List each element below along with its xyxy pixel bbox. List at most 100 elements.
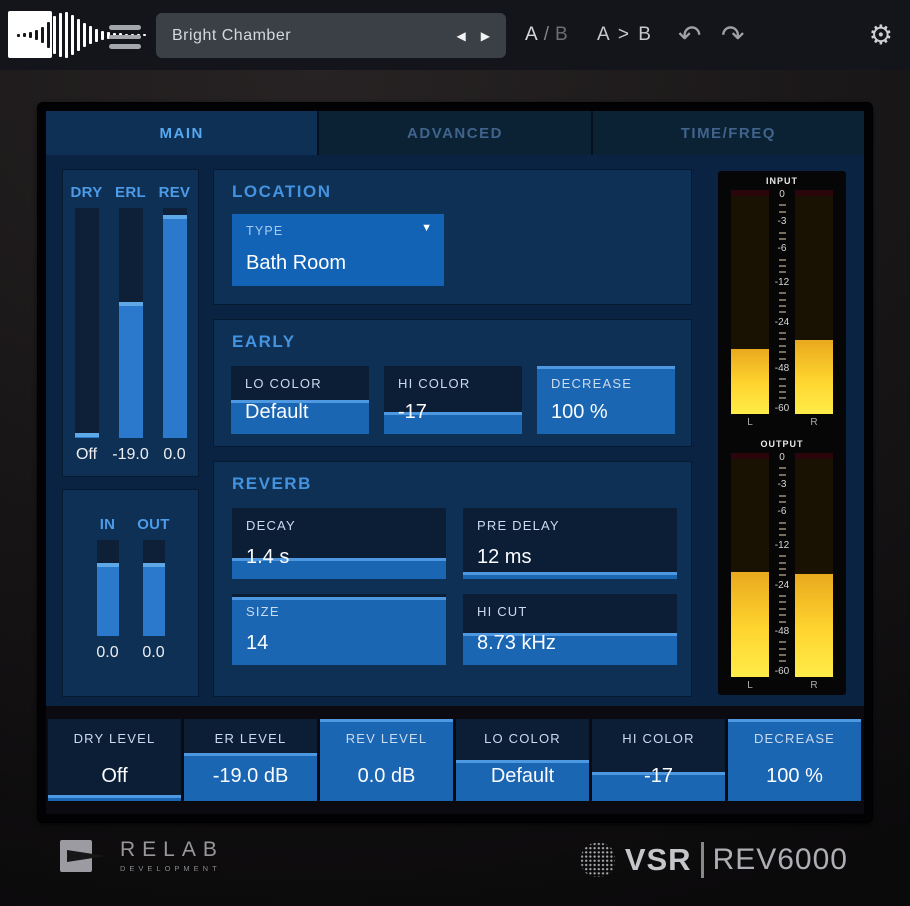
redo-icon[interactable]: ↷ (721, 0, 744, 70)
prev-preset-icon[interactable]: ◀ (457, 29, 466, 43)
scale-tick (779, 601, 786, 603)
param-value: -17 (398, 401, 427, 424)
scale-tick (779, 204, 786, 206)
location-section: LOCATION TYPE ▼ Bath Room (213, 169, 692, 305)
fader-fill (75, 433, 99, 438)
preset-field[interactable]: Bright Chamber ◀ ▶ (156, 13, 506, 58)
product-logo: VSR REV6000 (580, 835, 848, 885)
param-box-hi-color[interactable]: HI COLOR-17 (384, 366, 522, 434)
next-preset-icon[interactable]: ▶ (481, 29, 490, 43)
param-label: HI CUT (477, 604, 528, 619)
meter-fill (795, 340, 833, 414)
scale-tick (779, 299, 786, 301)
scale-tick (779, 332, 786, 334)
fader-value: -19.0 (112, 446, 148, 464)
param-box-decrease[interactable]: DECREASE100 % (728, 719, 861, 801)
tab-time-freq[interactable]: TIME/FREQ (593, 111, 864, 155)
scale-label: -60 (775, 667, 789, 677)
clip-indicator (795, 190, 833, 196)
meter-scale: 0-3-6-12-24-48-60 (769, 453, 795, 677)
fader-in[interactable] (97, 540, 119, 636)
scale-tick (779, 391, 786, 393)
scale-label: -3 (778, 217, 787, 227)
fader-column-rev: REV0.0 (155, 184, 195, 476)
meter-title: INPUT (718, 176, 846, 190)
channel-spacer (769, 680, 795, 693)
scale-tick (779, 562, 786, 564)
relab-subtitle: DEVELOPMENT (120, 864, 224, 873)
fader-rev[interactable] (163, 208, 187, 438)
param-value: 12 ms (477, 546, 531, 569)
meter-output: OUTPUT0-3-6-12-24-48-60LR (718, 439, 846, 693)
param-box-lo-color[interactable]: LO COLOR Default (456, 719, 589, 801)
param-value: Off (48, 765, 181, 788)
param-fill (48, 795, 181, 801)
scale-tick (779, 259, 786, 261)
tab-advanced[interactable]: ADVANCED (319, 111, 592, 155)
reverb-header: REVERB (232, 474, 312, 494)
meter-fill (731, 349, 769, 414)
param-box-decrease[interactable]: DECREASE100 % (537, 366, 675, 434)
scale-label: 0 (779, 453, 785, 463)
fader-column-dry: DRYOff (67, 184, 107, 476)
param-box-hi-cut[interactable]: HI CUT8.73 kHz (463, 594, 677, 665)
scale-tick (779, 292, 786, 294)
param-label: HI COLOR (592, 731, 725, 746)
reverb-params: DECAY1.4 sPRE DELAY12 msSIZE14HI CUT8.73… (232, 508, 677, 665)
param-box-er-level[interactable]: ER LEVEL-19.0 dB (184, 719, 317, 801)
param-label: SIZE (246, 604, 280, 619)
scale-tick (779, 397, 786, 399)
tab-main[interactable]: MAIN (46, 111, 319, 155)
param-box-pre-delay[interactable]: PRE DELAY12 ms (463, 508, 677, 579)
channel-label-right: R (795, 680, 833, 693)
undo-icon[interactable]: ↶ (678, 0, 701, 70)
type-label: TYPE (246, 224, 283, 238)
scale-tick (779, 595, 786, 597)
fader-fill (143, 563, 165, 636)
param-value: -17 (592, 765, 725, 788)
location-type-dropdown[interactable]: TYPE ▼ Bath Room (232, 214, 444, 286)
scale-tick (779, 641, 786, 643)
param-box-rev-level[interactable]: REV LEVEL0.0 dB (320, 719, 453, 801)
scale-tick (779, 648, 786, 650)
scale-tick (779, 621, 786, 623)
meter-bar-output-r (795, 453, 833, 677)
param-box-decay[interactable]: DECAY1.4 s (232, 508, 446, 579)
type-value: Bath Room (246, 252, 346, 275)
scale-tick (779, 608, 786, 610)
meter-body: 0-3-6-12-24-48-60 (718, 190, 846, 414)
ab-copy-button[interactable]: A > B (597, 0, 653, 70)
param-value: Default (456, 765, 589, 788)
menu-icon[interactable] (109, 25, 141, 49)
param-box-lo-color[interactable]: LO COLORDefault (231, 366, 369, 434)
plugin-logo (8, 10, 168, 60)
ab-compare-button[interactable]: A / B (525, 0, 569, 70)
fader-value: Off (76, 446, 97, 464)
fader-dry[interactable] (75, 208, 99, 438)
fader-out[interactable] (143, 540, 165, 636)
hardware-bezel: MAIN ADVANCED TIME/FREQ DRYOffERL-19.0RE… (0, 70, 910, 906)
fader-erl[interactable] (119, 208, 143, 438)
meter-fill (795, 574, 833, 677)
meter-bar-output-l (731, 453, 769, 677)
level-faders-panel: DRYOff ERL -19.0 REV0.0 (62, 169, 199, 477)
gear-icon[interactable]: ⚙ (869, 0, 893, 70)
param-box-dry-level[interactable]: DRY LEVELOff (48, 719, 181, 801)
brand-divider (701, 842, 704, 878)
scale-label: -12 (775, 278, 789, 288)
scale-tick (779, 555, 786, 557)
clip-indicator (731, 190, 769, 196)
early-params: LO COLORDefaultHI COLOR-17DECREASE100 % (231, 366, 675, 434)
param-box-hi-color[interactable]: HI COLOR -17 (592, 719, 725, 801)
preset-name: Bright Chamber (172, 27, 457, 45)
scale-label: -12 (775, 541, 789, 551)
meter-bar-input-l (731, 190, 769, 414)
fader-fill (163, 215, 187, 438)
relab-name: RELAB (120, 838, 224, 862)
param-label: LO COLOR (456, 731, 589, 746)
scale-tick (779, 345, 786, 347)
fader-label: ERL (115, 184, 146, 208)
fader-column-out: OUT0.0 (136, 516, 172, 696)
scale-tick (779, 265, 786, 267)
param-box-size[interactable]: SIZE14 (232, 594, 446, 665)
